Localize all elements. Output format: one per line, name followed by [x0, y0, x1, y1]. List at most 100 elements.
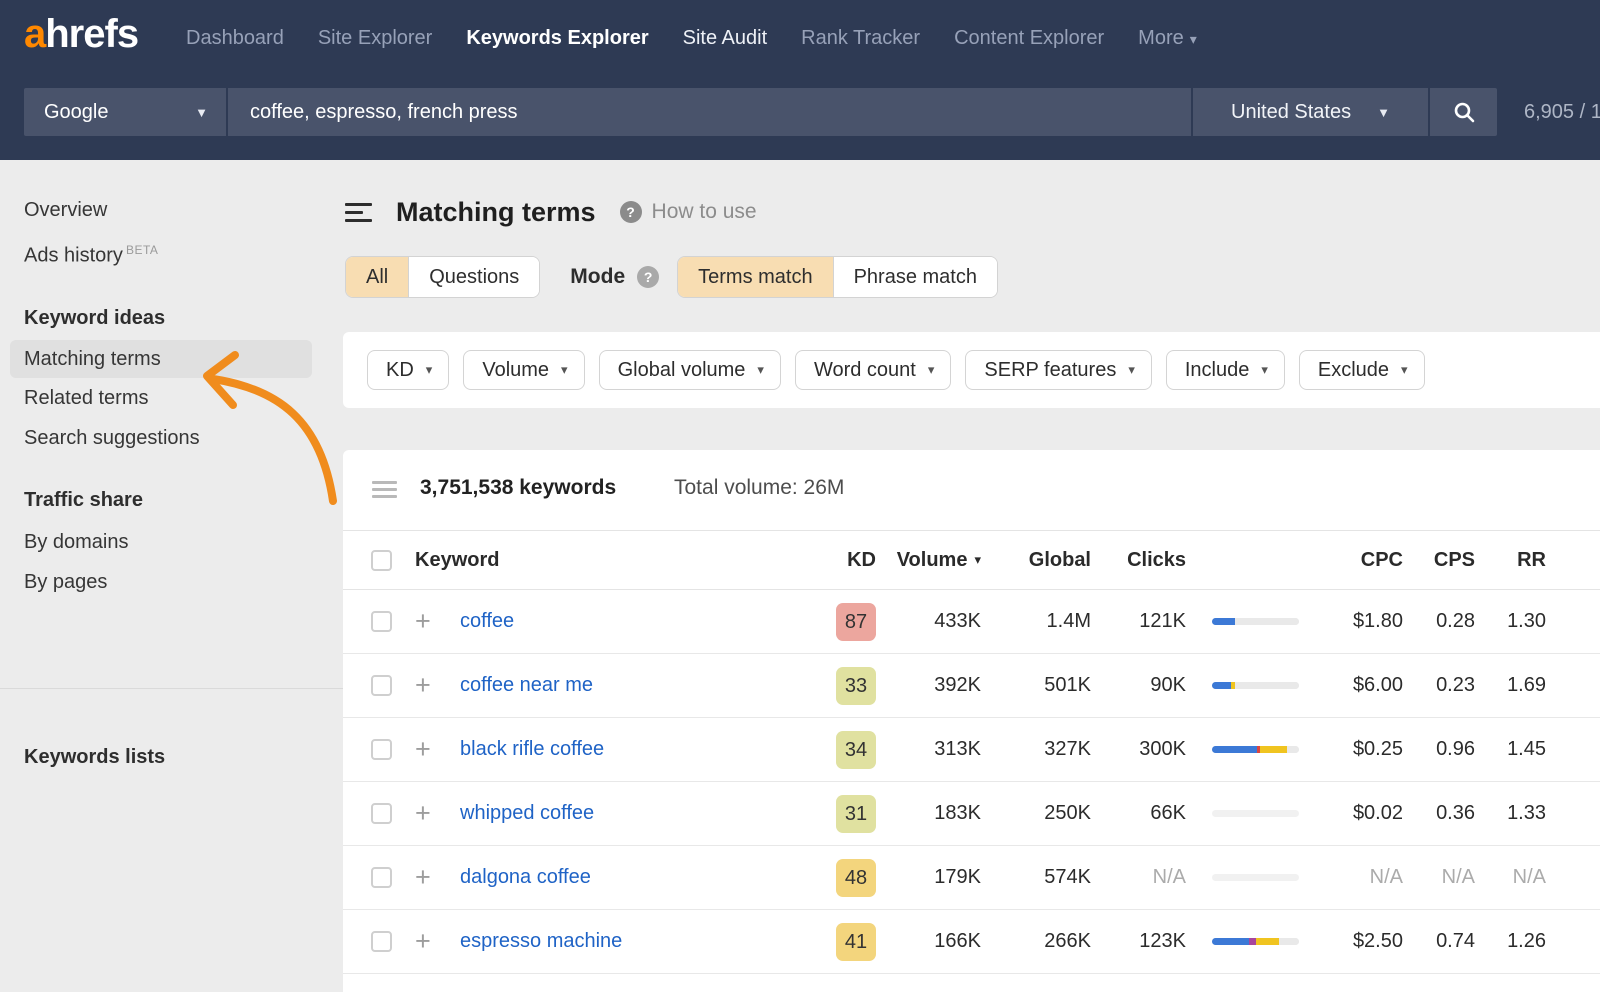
add-to-list-button[interactable]: +	[415, 782, 441, 845]
global-volume-value: 327K	[981, 718, 1091, 781]
chevron-down-icon: ▾	[757, 362, 764, 378]
clicks-value: N/A	[1076, 846, 1186, 909]
cps-value: 0.36	[1395, 782, 1475, 845]
rr-value: 1.69	[1466, 654, 1546, 717]
select-all-checkbox[interactable]	[371, 550, 392, 571]
column-header-global[interactable]: Global	[981, 531, 1091, 589]
filter-include[interactable]: Include▾	[1166, 350, 1285, 390]
search-engine-select[interactable]: Google ▼	[24, 88, 228, 136]
column-header-kd[interactable]: KD	[786, 531, 876, 589]
row-checkbox[interactable]	[371, 867, 392, 888]
filter-volume[interactable]: Volume▾	[463, 350, 584, 390]
sidebar-item-related-terms[interactable]: Related terms	[0, 378, 345, 418]
column-header-clicks[interactable]: Clicks	[1076, 531, 1186, 589]
nav-item-site-audit[interactable]: Site Audit	[683, 27, 768, 50]
add-to-list-button[interactable]: +	[415, 654, 441, 717]
cpc-value: $0.25	[1283, 718, 1403, 781]
header-checkbox-cell	[371, 531, 393, 589]
how-to-use-link[interactable]: How to use	[652, 200, 757, 224]
ahrefs-logo[interactable]: ahrefs	[24, 12, 138, 57]
table-row: +espresso machine41166K266K123K$2.500.74…	[343, 910, 1600, 974]
volume-value: 313K	[871, 718, 981, 781]
cps-value: 0.23	[1395, 654, 1475, 717]
top-navigation-bar: ahrefs Dashboard Site Explorer Keywords Ex…	[0, 0, 1600, 160]
filters-toolbar: KD▾ Volume▾ Global volume ▾ Word count▾ SERP …	[343, 332, 1600, 408]
sidebar-item-matching-terms[interactable]: Matching terms	[10, 340, 312, 378]
add-to-list-button[interactable]: +	[415, 910, 441, 973]
tab-questions[interactable]: Questions	[408, 257, 539, 297]
column-header-cps[interactable]: CPS	[1395, 531, 1475, 589]
mode-help-icon[interactable]: ?	[637, 266, 659, 288]
magnifier-icon	[1452, 100, 1476, 124]
add-to-list-button[interactable]: +	[415, 718, 441, 781]
keyword-link[interactable]: dalgona coffee	[460, 866, 591, 889]
keyword-link[interactable]: espresso machine	[460, 930, 622, 953]
filter-word-count[interactable]: Word count▾	[795, 350, 951, 390]
column-header-keyword[interactable]: Keyword	[415, 531, 499, 589]
volume-value: 183K	[871, 782, 981, 845]
search-engine-value: Google	[44, 101, 109, 124]
keyword-link[interactable]: black rifle coffee	[460, 738, 604, 761]
nav-item-site-explorer[interactable]: Site Explorer	[318, 27, 433, 50]
nav-item-rank-tracker[interactable]: Rank Tracker	[801, 27, 920, 50]
search-button[interactable]	[1430, 88, 1497, 136]
tab-terms-match[interactable]: Terms match	[678, 257, 832, 297]
tab-all[interactable]: All	[346, 257, 408, 297]
chevron-down-icon: ▾	[1261, 362, 1268, 378]
keywords-table-card: 3,751,538 keywords Total volume: 26M Key…	[343, 450, 1600, 992]
sidebar-item-ads-history[interactable]: Ads historyBETA	[0, 230, 345, 270]
table-stats-row: 3,751,538 keywords Total volume: 26M	[343, 450, 1600, 530]
volume-value: 166K	[871, 910, 981, 973]
sidebar-divider	[0, 688, 345, 689]
row-checkbox[interactable]	[371, 803, 392, 824]
nav-item-more[interactable]: More▾	[1138, 27, 1197, 50]
column-header-rr[interactable]: RR	[1466, 531, 1546, 589]
add-to-list-button[interactable]: +	[415, 846, 441, 909]
kd-badge: 41	[836, 923, 876, 961]
result-type-tabs: AllQuestions	[345, 256, 540, 298]
row-checkbox[interactable]	[371, 739, 392, 760]
chevron-down-icon: ▼	[1377, 105, 1390, 120]
collapse-sidebar-icon[interactable]	[345, 203, 374, 222]
keyword-link[interactable]: coffee	[460, 610, 514, 633]
cps-value: 0.96	[1395, 718, 1475, 781]
tab-phrase-match[interactable]: Phrase match	[833, 257, 997, 297]
kd-badge: 34	[836, 731, 876, 769]
filter-serp-features[interactable]: SERP features▾	[965, 350, 1151, 390]
keyword-link[interactable]: whipped coffee	[460, 802, 594, 825]
tabs-row: AllQuestions Mode ? Terms matchPhrase ma…	[345, 256, 998, 298]
global-volume-value: 250K	[981, 782, 1091, 845]
sidebar-nav: OverviewAds historyBETAKeyword ideasMatc…	[0, 190, 345, 602]
sidebar-item-traffic-share: Traffic share	[0, 478, 345, 522]
row-checkbox[interactable]	[371, 611, 392, 632]
rr-value: 1.30	[1466, 590, 1546, 653]
total-volume: Total volume: 26M	[674, 450, 844, 530]
column-header-cpc[interactable]: CPC	[1283, 531, 1403, 589]
nav-item-dashboard[interactable]: Dashboard	[186, 27, 284, 50]
clicks-value: 90K	[1076, 654, 1186, 717]
kd-badge: 33	[836, 667, 876, 705]
filter-label: Global volume	[618, 359, 746, 382]
cpc-value: $1.80	[1283, 590, 1403, 653]
sidebar-item-by-pages[interactable]: By pages	[0, 562, 345, 602]
nav-item-keywords-explorer[interactable]: Keywords Explorer	[466, 27, 648, 50]
table-row: +dalgona coffee48179K574KN/AN/AN/AN/A	[343, 846, 1600, 910]
sidebar-item-overview[interactable]: Overview	[0, 190, 345, 230]
sidebar-item-search-suggestions[interactable]: Search suggestions	[0, 418, 345, 458]
column-header-volume[interactable]: Volume▾	[871, 531, 981, 589]
filter-kd[interactable]: KD▾	[367, 350, 449, 390]
row-checkbox[interactable]	[371, 675, 392, 696]
keyword-query-input[interactable]: coffee, espresso, french press	[228, 88, 1193, 136]
filter-global-volume[interactable]: Global volume ▾	[599, 350, 781, 390]
cps-value: N/A	[1395, 846, 1475, 909]
help-question-icon[interactable]: ?	[620, 201, 642, 223]
sidebar-item-by-domains[interactable]: By domains	[0, 522, 345, 562]
filter-exclude[interactable]: Exclude▾	[1299, 350, 1425, 390]
keyword-link[interactable]: coffee near me	[460, 674, 593, 697]
list-options-icon[interactable]	[372, 481, 397, 498]
country-select[interactable]: United States ▼	[1193, 88, 1430, 136]
nav-item-content-explorer[interactable]: Content Explorer	[954, 27, 1104, 50]
row-checkbox[interactable]	[371, 931, 392, 952]
clicks-value: 66K	[1076, 782, 1186, 845]
add-to-list-button[interactable]: +	[415, 590, 441, 653]
